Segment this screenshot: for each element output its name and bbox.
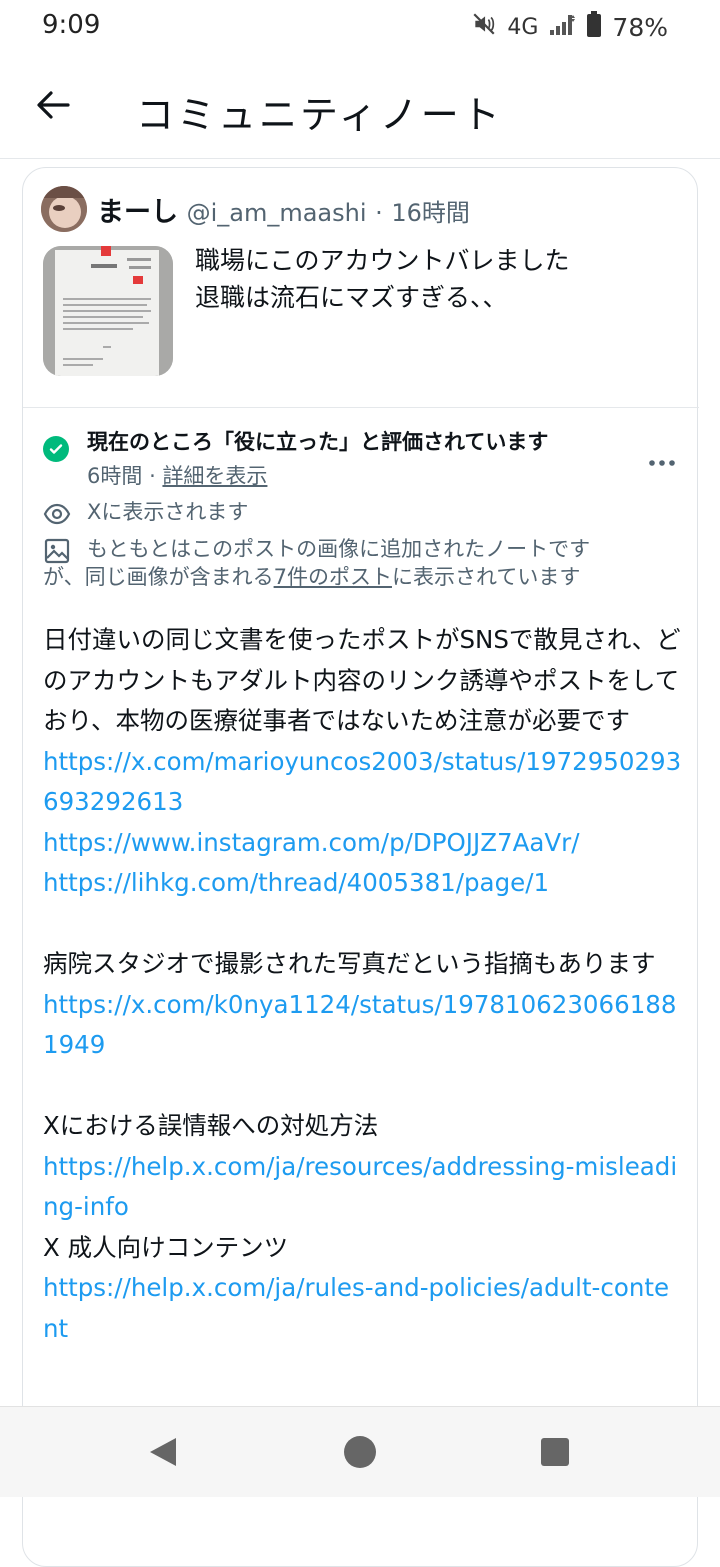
- status-bar: 9:09 4G 78%: [0, 0, 720, 56]
- note-link[interactable]: https://x.com/k0nya1124/status/197810623…: [43, 985, 683, 1066]
- page-title: コミュニティノート: [136, 93, 503, 137]
- note-status-title: 現在のところ「役に立った」と評価されています: [87, 430, 549, 454]
- image-note-text: もともとはこのポストの画像に追加されたノートです が、同じ画像が含まれる7件のポ…: [43, 535, 591, 591]
- note-paragraph: X 成人向けコンテンツ: [43, 1232, 289, 1262]
- image-note-line: もともとはこのポストの画像に追加されたノートです: [87, 537, 591, 561]
- note-time: 6時間: [87, 464, 143, 488]
- image-icon: [44, 538, 70, 564]
- visibility-text: Xに表示されます: [87, 500, 249, 524]
- post-image-thumbnail[interactable]: [43, 246, 173, 376]
- note-paragraph: 日付違いの同じ文書を使ったポストがSNSで散見され、どのアカウントもアダルト内容…: [43, 625, 681, 735]
- back-button[interactable]: [30, 82, 76, 128]
- triangle-back-icon: [150, 1438, 176, 1466]
- quoted-post[interactable]: まーし @i_am_maashi · 16時間 職場にこのアカウントバレました …: [23, 168, 699, 408]
- post-author: まーし @i_am_maashi · 16時間: [97, 190, 470, 229]
- author-name[interactable]: まーし: [97, 197, 178, 228]
- note-link[interactable]: https://lihkg.com/thread/4005381/page/1: [43, 863, 683, 904]
- note-paragraph: 病院スタジオで撮影された写真だという指摘もあります: [43, 949, 656, 978]
- note-paragraph: Xにおける誤情報への対処方法: [43, 1111, 379, 1140]
- more-icon: [649, 460, 675, 466]
- circle-home-icon: [344, 1436, 376, 1468]
- image-note-post: に表示されています: [391, 565, 581, 589]
- post-time: 16時間: [391, 199, 470, 227]
- nav-recents-button[interactable]: [534, 1431, 576, 1473]
- note-link[interactable]: https://help.x.com/ja/resources/addressi…: [43, 1147, 683, 1228]
- separator-dot: ·: [149, 464, 156, 488]
- image-note-line: が、同じ画像が含まれる7件のポストに表示されています: [43, 563, 590, 591]
- image-note-pre: が、同じ画像が含まれる: [43, 565, 274, 589]
- author-handle[interactable]: @i_am_maashi: [187, 199, 367, 227]
- note-status-sub: 6時間 · 詳細を表示: [87, 460, 267, 490]
- note-link[interactable]: https://x.com/marioyuncos2003/status/197…: [43, 742, 683, 823]
- check-circle-icon: [43, 436, 69, 462]
- related-posts-link[interactable]: 7件のポスト: [274, 565, 392, 589]
- network-type: 4G: [507, 14, 539, 40]
- more-options-button[interactable]: [647, 448, 677, 478]
- status-icons: 4G 78%: [471, 10, 668, 44]
- status-time: 9:09: [42, 10, 101, 40]
- system-nav-bar: [0, 1406, 720, 1497]
- separator-dot: ·: [375, 199, 383, 227]
- note-body: 日付違いの同じ文書を使ったポストがSNSで散見され、どのアカウントもアダルト内容…: [43, 620, 683, 1349]
- post-text-line: 職場にこのアカウントバレました: [195, 246, 570, 275]
- nav-back-button[interactable]: [142, 1431, 184, 1473]
- battery-icon: [586, 10, 602, 44]
- note-link[interactable]: https://help.x.com/ja/rules-and-policies…: [43, 1268, 683, 1349]
- nav-home-button[interactable]: [339, 1431, 381, 1473]
- show-details-link[interactable]: 詳細を表示: [162, 464, 267, 488]
- note-link[interactable]: https://www.instagram.com/p/DPOJJZ7AaVr/: [43, 823, 683, 864]
- avatar[interactable]: [41, 186, 87, 232]
- eye-icon: [43, 503, 71, 525]
- post-text-line: 退職は流石にマズすぎる、、: [195, 283, 508, 312]
- mute-icon: [471, 11, 497, 43]
- battery-percent: 78%: [612, 12, 668, 42]
- square-recents-icon: [541, 1438, 569, 1466]
- community-note-card: まーし @i_am_maashi · 16時間 職場にこのアカウントバレました …: [22, 167, 699, 1567]
- post-text: 職場にこのアカウントバレました 退職は流石にマズすぎる、、: [195, 242, 665, 316]
- back-arrow-icon: [37, 91, 70, 119]
- app-header: コミュニティノート: [0, 56, 720, 159]
- signal-icon: [548, 11, 576, 43]
